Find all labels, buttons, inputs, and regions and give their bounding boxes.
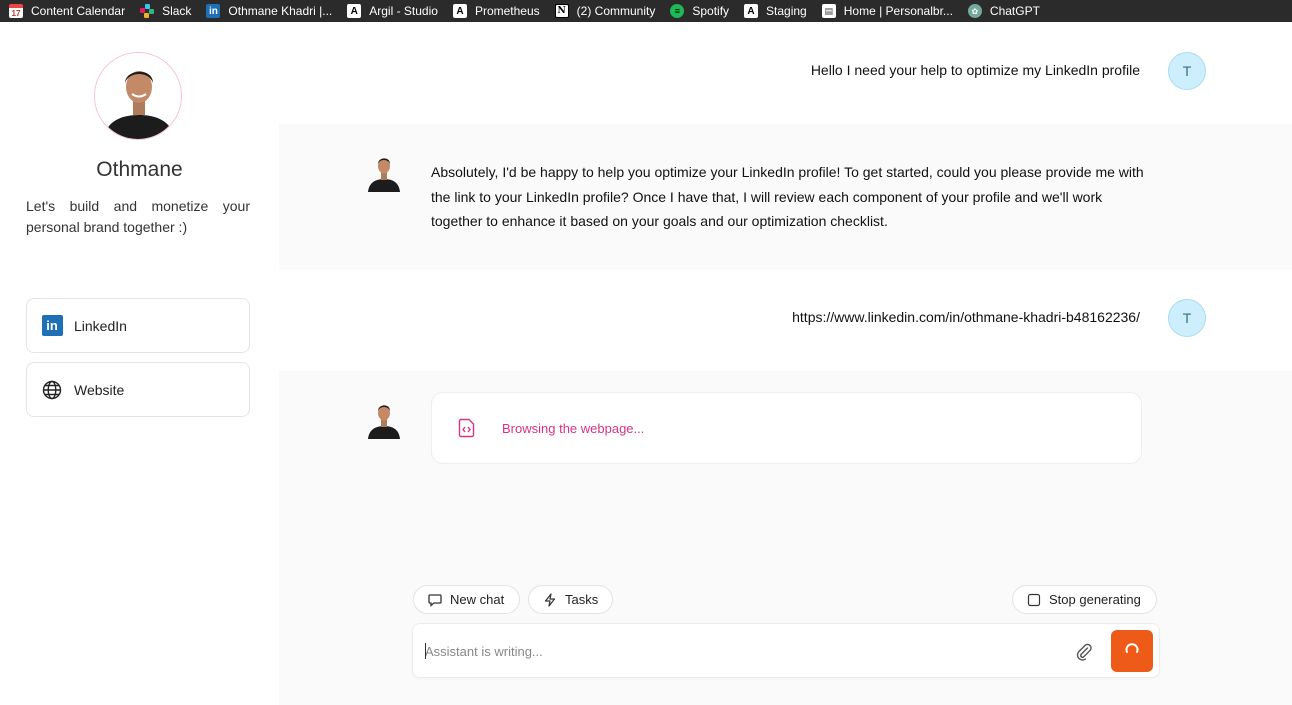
lightning-icon <box>543 592 557 607</box>
argil-icon: A <box>452 4 467 18</box>
linkedin-icon: in <box>206 4 221 18</box>
message-input[interactable] <box>425 640 1045 662</box>
new-chat-label: New chat <box>450 592 505 607</box>
bookmark-label: Othmane Khadri |... <box>228 4 333 18</box>
chat-bubble-icon <box>428 593 442 607</box>
person-photo-icon <box>95 53 181 139</box>
calendar-icon: 17 <box>9 4 23 18</box>
sidebar: Othmane Let's build and monetize your pe… <box>0 22 279 705</box>
assistant-avatar <box>367 401 401 439</box>
bookmark-label: Slack <box>162 4 192 18</box>
linkedin-icon: in <box>41 315 63 337</box>
bookmark-slack[interactable]: Slack <box>140 4 191 18</box>
page-icon: ▤ <box>821 4 836 18</box>
loading-spinner-icon <box>1124 641 1140 662</box>
user-avatar: T <box>1168 299 1206 337</box>
bookmark-label: Home | Personalbr... <box>843 4 953 18</box>
globe-icon <box>41 379 63 401</box>
link-label: LinkedIn <box>74 317 127 334</box>
stop-generating-label: Stop generating <box>1049 592 1141 607</box>
tasks-button[interactable]: Tasks <box>528 585 613 614</box>
bookmark-prometheus[interactable]: A Prometheus <box>452 4 540 18</box>
attachment-icon[interactable] <box>1073 641 1095 663</box>
bookmark-home-personalbrand[interactable]: ▤ Home | Personalbr... <box>821 4 953 18</box>
code-file-icon <box>457 418 477 438</box>
link-label: Website <box>74 381 125 398</box>
message-user: Hello I need your help to optimize my Li… <box>279 22 1292 124</box>
argil-icon: A <box>347 4 362 18</box>
stop-square-icon <box>1027 593 1041 607</box>
profile-bio: Let's build and monetize your personal b… <box>26 198 250 235</box>
bookmark-staging[interactable]: A Staging <box>744 4 807 18</box>
stop-generating-button[interactable]: Stop generating <box>1012 585 1157 614</box>
profile-name: Othmane <box>96 158 183 181</box>
message-composer <box>412 623 1160 678</box>
message-user: https://www.linkedin.com/in/othmane-khad… <box>279 270 1292 371</box>
bookmark-content-calendar[interactable]: 17 Content Calendar <box>9 4 125 18</box>
message-text: Hello I need your help to optimize my Li… <box>810 62 1140 78</box>
bookmark-label: Prometheus <box>474 4 540 18</box>
bookmark-linkedin[interactable]: in Othmane Khadri |... <box>206 4 332 18</box>
message-assistant: Absolutely, I'd be happy to help you opt… <box>279 124 1292 270</box>
bookmark-label: Content Calendar <box>31 4 126 18</box>
message-assistant: Browsing the webpage... <box>279 392 1292 466</box>
bookmark-label: Argil - Studio <box>369 4 438 18</box>
send-button[interactable] <box>1111 630 1153 672</box>
bookmark-label: Spotify <box>692 4 730 18</box>
browsing-status-text: Browsing the webpage... <box>502 420 645 436</box>
website-link-button[interactable]: Website <box>26 362 250 417</box>
browsing-status-card: Browsing the webpage... <box>431 392 1142 464</box>
text-cursor <box>425 643 426 659</box>
bookmark-label: (2) Community <box>576 4 656 18</box>
bookmark-label: ChatGPT <box>989 4 1040 18</box>
argil-icon: A <box>744 4 759 18</box>
user-avatar: T <box>1168 52 1206 90</box>
bookmark-chatgpt[interactable]: ✿ ChatGPT <box>967 4 1040 18</box>
tasks-label: Tasks <box>565 592 599 607</box>
message-text: Absolutely, I'd be happy to help you opt… <box>431 164 1144 229</box>
linkedin-link-button[interactable]: in LinkedIn <box>26 298 250 353</box>
bookmark-label: Staging <box>766 4 807 18</box>
slack-icon <box>140 4 155 18</box>
message-text: https://www.linkedin.com/in/othmane-khad… <box>792 309 1140 325</box>
bookmark-community[interactable]: N (2) Community <box>554 4 656 18</box>
assistant-avatar <box>367 154 401 192</box>
bookmark-argil-studio[interactable]: A Argil - Studio <box>347 4 438 18</box>
chat-panel: Hello I need your help to optimize my Li… <box>279 22 1292 705</box>
bookmarks-bar: 17 Content Calendar Slack in Othmane Kha… <box>0 0 1292 22</box>
notion-icon: N <box>554 4 569 18</box>
chatgpt-icon: ✿ <box>967 4 982 18</box>
spotify-icon: ≡ <box>670 4 685 18</box>
profile-avatar <box>94 52 182 140</box>
bookmark-spotify[interactable]: ≡ Spotify <box>670 4 729 18</box>
new-chat-button[interactable]: New chat <box>413 585 520 614</box>
